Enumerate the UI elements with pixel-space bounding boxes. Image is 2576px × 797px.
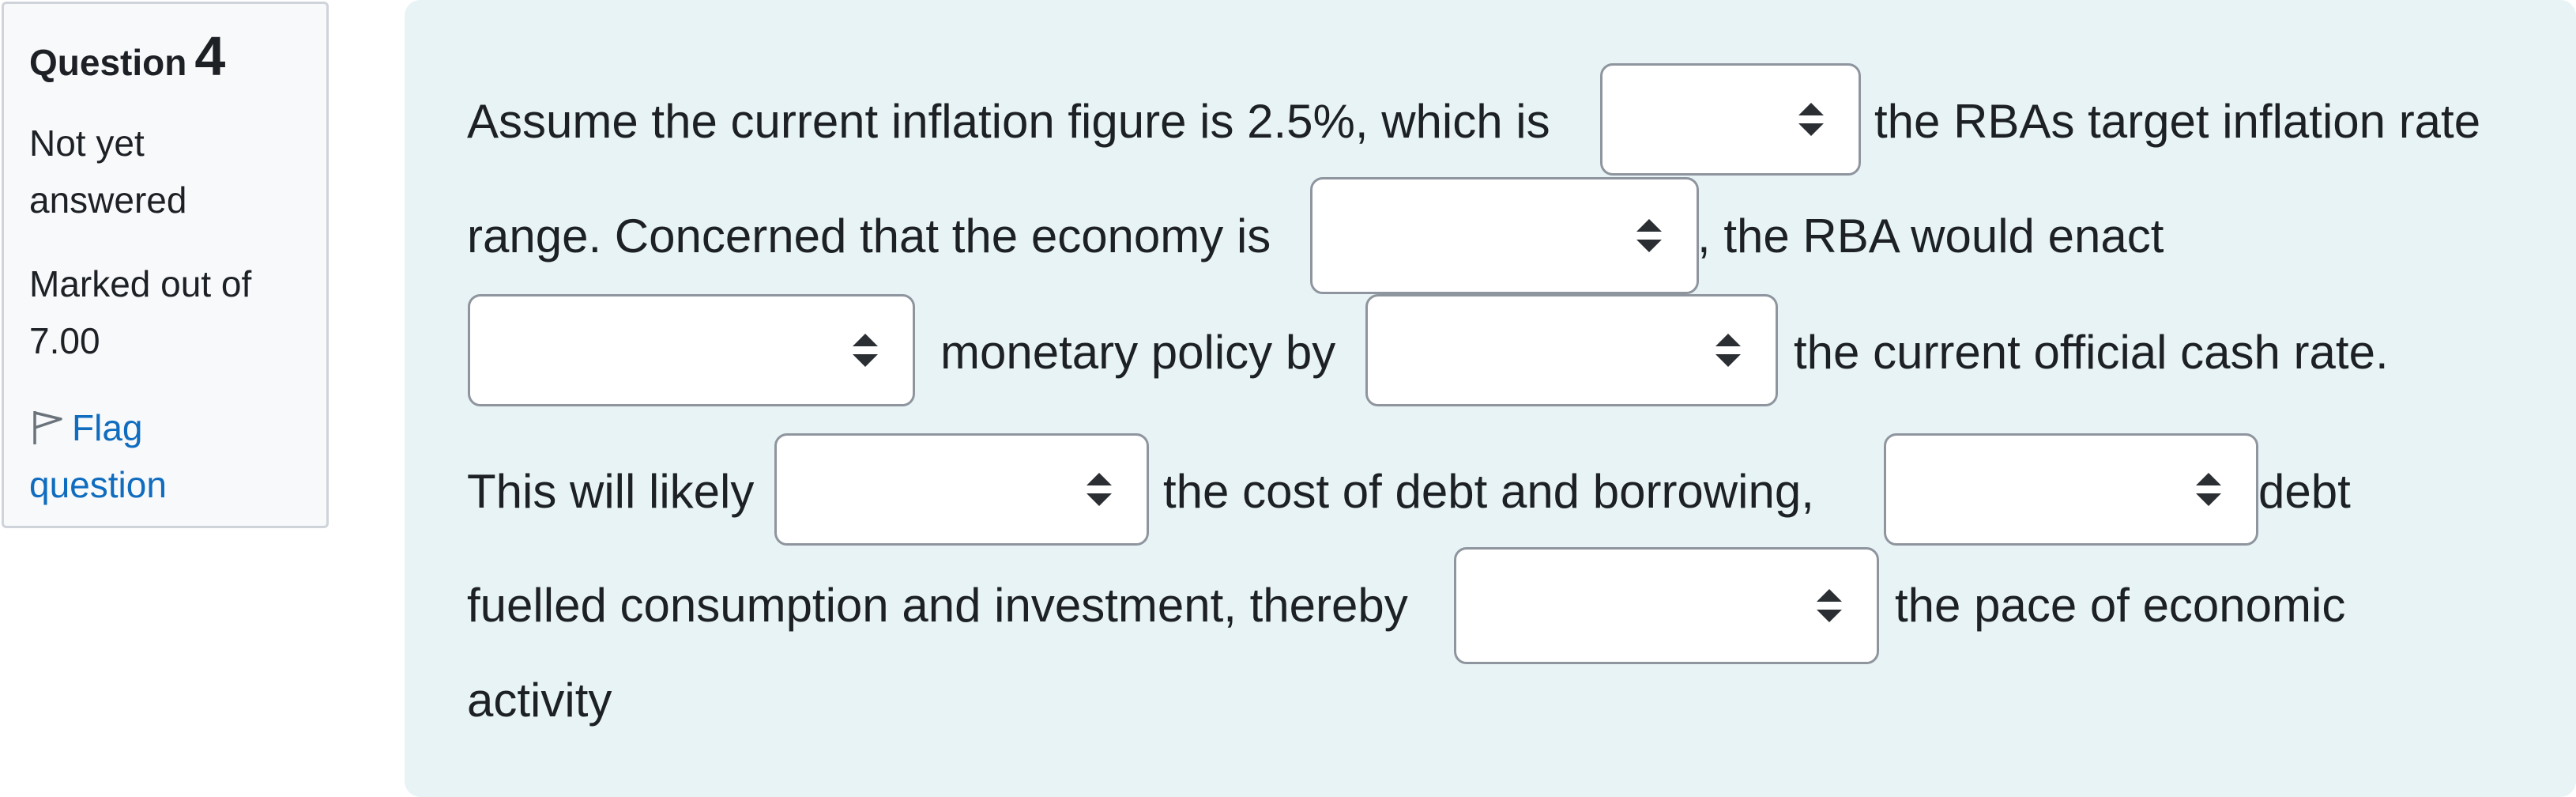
question-text-segment: range. Concerned that the economy is [467, 210, 1271, 263]
select-dropdown-4[interactable] [1365, 294, 1778, 406]
question-text-segment: , the RBA would enact [1697, 210, 2164, 263]
question-text-segment: monetary policy by [940, 326, 1336, 379]
flag-label-line1: Flag [72, 407, 143, 448]
select-dropdown-5[interactable] [774, 433, 1149, 546]
select-arrows-icon [1817, 589, 1842, 622]
question-text-segment: the RBAs target inflation rate [1874, 95, 2481, 148]
select-arrows-icon [1715, 334, 1741, 367]
question-text-segment: This will likely [467, 465, 755, 518]
question-grade: Marked out of 7.00 [29, 255, 303, 369]
select-dropdown-2[interactable] [1310, 177, 1699, 294]
question-number: 4 [194, 25, 226, 87]
select-arrows-icon [2196, 473, 2221, 506]
question-grade-line1: Marked out of [29, 263, 252, 304]
question-info-panel: Question 4 Not yet answered Marked out of… [2, 2, 329, 528]
select-arrows-icon [853, 334, 878, 367]
question-state: Not yet answered [29, 115, 303, 229]
question-text-segment: Assume the current inflation figure is 2… [467, 95, 1550, 148]
question-text-segment: the current official cash rate. [1794, 326, 2389, 379]
flag-label-line2: question [29, 464, 167, 505]
select-arrows-icon [1798, 103, 1824, 136]
question-text-segment: activity [467, 674, 612, 727]
select-dropdown-1[interactable] [1600, 63, 1861, 176]
select-arrows-icon [1087, 473, 1112, 506]
select-dropdown-6[interactable] [1884, 433, 2258, 546]
select-dropdown-7[interactable] [1454, 547, 1879, 664]
flag-question-link[interactable]: Flag question [29, 399, 303, 513]
question-text-segment: the cost of debt and borrowing, [1163, 465, 1814, 518]
question-state-line1: Not yet [29, 123, 145, 164]
question-text-segment: fuelled consumption and investment, ther… [467, 579, 1408, 632]
question-number-heading: Question 4 [29, 26, 303, 93]
question-state-line2: answered [29, 179, 187, 221]
select-dropdown-3[interactable] [468, 294, 915, 406]
question-text-segment: the pace of economic [1895, 579, 2346, 632]
question-label: Question [29, 42, 187, 83]
question-text-segment: debt [2258, 465, 2351, 518]
question-grade-line2: 7.00 [29, 320, 100, 361]
question-content: Assume the current inflation figure is 2… [405, 0, 2576, 797]
select-arrows-icon [1636, 219, 1662, 252]
flag-outline-icon [29, 404, 64, 444]
